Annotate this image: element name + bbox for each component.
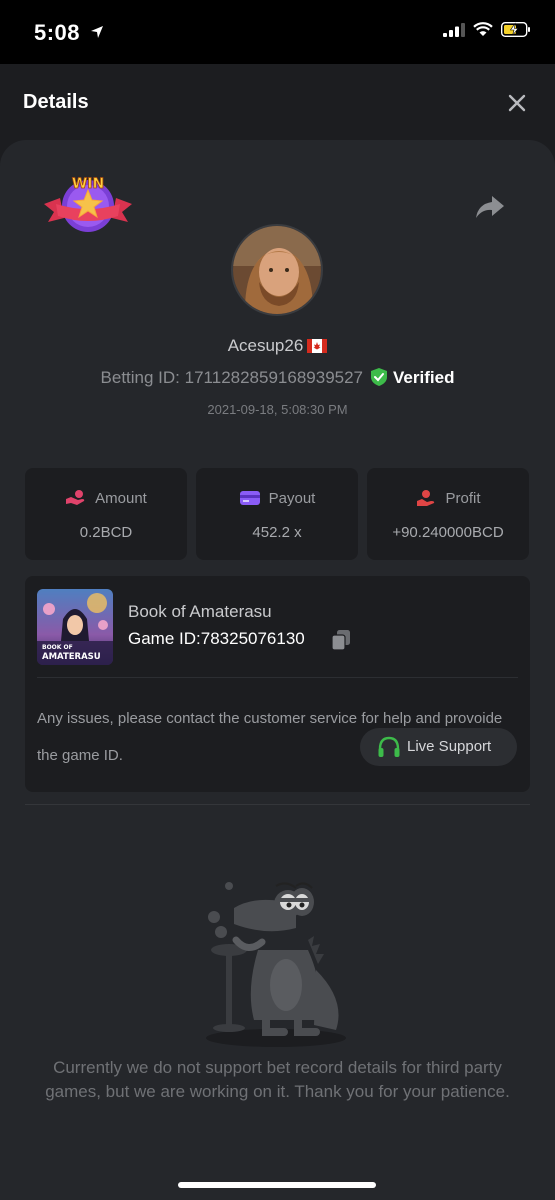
battery-charging-icon [501,22,530,37]
stat-amount: Amount 0.2BCD [25,468,187,560]
live-support-button[interactable]: Live Support [360,728,517,766]
thumb-title-line1: BOOK OF [42,644,73,651]
game-id-value: 78325076130 [200,629,305,648]
payout-icon [239,491,260,505]
thumb-title-line2: AMATERASU [42,652,101,662]
stat-amount-label: Amount [95,490,147,507]
close-icon[interactable] [505,91,529,115]
live-support-label: Live Support [407,738,492,755]
status-icons [443,22,531,37]
amount-icon [66,490,85,505]
game-info-box: BOOK OF AMATERASU Book of Amaterasu Game… [25,576,530,792]
betting-id-value: 1711282859168939527 [184,368,364,387]
betting-id-label: Betting ID: [100,368,180,387]
game-id: Game ID:78325076130 [128,629,305,649]
stat-payout-value: 452.2 x [252,524,302,541]
section-divider [25,804,530,805]
canada-flag-icon [307,339,328,353]
username: Acesup26 [227,336,304,355]
bet-detail-card: WIN Acesup26 Betting ID: 171128285916893… [0,140,555,1200]
stat-profit-label: Profit [445,490,481,507]
verified-label: Verified [393,368,455,387]
profit-icon [417,490,435,506]
empty-state-message: Currently we do not support bet record d… [45,1058,510,1101]
signal-icon [443,22,465,37]
page-title: Details [23,91,89,113]
stat-amount-value: 0.2BCD [79,524,133,541]
username-row: Acesup26 [0,336,555,356]
share-icon[interactable] [474,192,506,222]
home-indicator[interactable] [178,1182,376,1188]
stat-payout: Payout 452.2 x [196,468,358,560]
bet-timestamp: 2021-09-18, 5:08:30 PM [207,402,348,417]
headset-icon [378,736,400,757]
verified-shield-icon [371,368,388,386]
status-time: 5:08 [34,20,81,45]
stat-profit: Profit +90.240000BCD [367,468,529,560]
avatar [231,224,323,316]
status-bar: 5:08 [0,0,555,64]
divider [37,677,518,678]
wifi-icon [473,22,493,36]
game-name: Book of Amaterasu [128,602,272,621]
crocodile-illustration-icon [206,882,346,1047]
details-sheet: Details WIN Acesup26 Betting ID: 1711282… [0,64,555,1200]
stat-payout-label: Payout [268,490,316,507]
betting-id-row: Betting ID: 1711282859168939527 Verified [0,368,555,388]
stat-profit-value: +90.240000BCD [392,524,504,541]
location-arrow-icon [91,26,103,38]
win-badge-icon: WIN [44,176,132,232]
game-thumbnail[interactable]: BOOK OF AMATERASU [37,589,113,665]
game-id-label: Game ID: [128,629,201,648]
win-badge-text: WIN [72,176,104,192]
copy-icon[interactable] [331,629,351,651]
